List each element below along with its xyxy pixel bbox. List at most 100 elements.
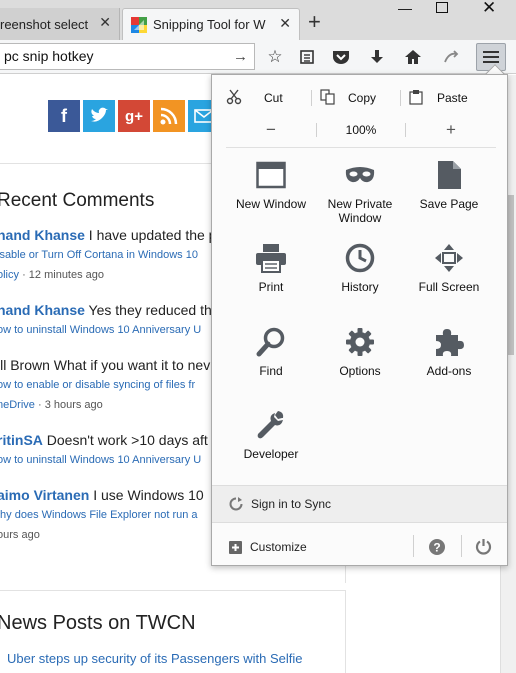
add-ons-button[interactable]: Add-ons — [404, 326, 494, 378]
home-icon[interactable] — [402, 46, 424, 68]
comment-author[interactable]: aimo Virtanen — [0, 487, 89, 503]
copy-icon — [320, 88, 336, 108]
comment-line: nand Khanse I have updated the p — [0, 227, 216, 243]
comment-line: ill Brown What if you want it to nev — [0, 357, 210, 373]
full-screen-label: Full Screen — [418, 280, 480, 294]
tab-snipping-tool[interactable]: Snipping Tool for W ✕ — [122, 8, 300, 40]
cut-button[interactable]: Cut — [226, 88, 311, 108]
comment-author[interactable]: ritinSA — [0, 432, 43, 448]
separator — [226, 147, 496, 148]
comment-post-link-cont[interactable]: olicy — [0, 269, 19, 281]
options-label: Options — [339, 364, 381, 378]
comment-post-link[interactable]: ow to uninstall Windows 10 Anniversary U — [0, 324, 201, 336]
add-ons-label: Add-ons — [426, 364, 472, 378]
comment-post-link: neDrive · 3 hours ago — [0, 399, 103, 411]
comment-post-link[interactable]: /hy does Windows File Explorer not run a — [0, 509, 198, 521]
comment-time: ours ago — [0, 529, 40, 541]
new-private-window-label: New Private Window — [327, 197, 393, 225]
maximize-button[interactable] — [436, 2, 448, 13]
social-share-bar: f g+ — [48, 100, 220, 132]
comment-line: aimo Virtanen I use Windows 10 — [0, 487, 204, 503]
options-button[interactable]: Options — [315, 326, 405, 378]
reading-list-icon[interactable] — [296, 46, 318, 68]
customize-button[interactable]: Customize — [229, 540, 307, 554]
tab-strip: reenshot select ✕ Snipping Tool for W ✕ … — [0, 0, 516, 40]
developer-button[interactable]: Developer — [226, 409, 316, 461]
new-window-icon — [255, 159, 287, 191]
new-window-button[interactable]: New Window — [226, 159, 316, 211]
download-icon[interactable] — [366, 46, 388, 68]
url-bar[interactable]: pc snip hotkey → — [0, 43, 255, 70]
new-private-window-button[interactable]: New Private Window — [315, 159, 405, 225]
comment-author[interactable]: nand Khanse — [0, 227, 85, 243]
paste-icon — [409, 89, 423, 108]
window-close-button[interactable]: ✕ — [482, 0, 496, 17]
comment-post-link[interactable]: ow to enable or disable syncing of files… — [0, 379, 195, 391]
help-icon: ? — [429, 539, 445, 555]
magnifier-icon — [255, 326, 287, 358]
quit-button[interactable] — [475, 538, 492, 555]
customize-label: Customize — [250, 540, 307, 554]
tab-title: reenshot select — [0, 16, 89, 32]
edit-controls: Cut Copy Paste — [226, 87, 496, 109]
zoom-reset-button[interactable]: 100% — [316, 123, 406, 137]
power-icon — [475, 539, 492, 555]
sign-in-to-sync-button[interactable]: Sign in to Sync — [212, 485, 507, 523]
paste-button[interactable]: Paste — [401, 88, 491, 108]
zoom-out-button[interactable]: − — [226, 120, 316, 140]
find-button[interactable]: Find — [226, 326, 316, 378]
comment-text: Doesn't work >10 days aft — [42, 432, 208, 448]
fullscreen-icon — [433, 242, 465, 274]
minimize-button[interactable]: — — [398, 0, 412, 16]
wrench-icon — [255, 409, 287, 441]
sync-activity-icon[interactable] — [440, 46, 462, 68]
tab-screenshot[interactable]: reenshot select ✕ — [0, 8, 120, 40]
nav-toolbar: pc snip hotkey → ☆ — [0, 40, 516, 74]
private-mask-icon — [344, 159, 376, 191]
sync-icon — [229, 497, 243, 511]
comment-line: nand Khanse Yes they reduced th — [0, 302, 212, 318]
comment-text: Yes they reduced th — [84, 302, 212, 318]
printer-icon — [255, 242, 287, 274]
comment-time: 12 minutes ago — [28, 269, 105, 281]
print-button[interactable]: Print — [226, 242, 316, 294]
gear-icon — [344, 326, 376, 358]
pocket-icon[interactable] — [330, 46, 352, 68]
new-window-label: New Window — [235, 197, 307, 211]
scissors-icon — [226, 89, 242, 108]
plus-square-icon — [229, 540, 242, 554]
comment-post-link-cont[interactable]: neDrive — [0, 399, 35, 411]
tab-title: Snipping Tool for W — [153, 17, 266, 32]
zoom-controls: − 100% + — [226, 119, 496, 141]
svg-text:?: ? — [433, 541, 440, 555]
copy-button[interactable]: Copy — [312, 88, 400, 108]
google-plus-icon[interactable]: g+ — [118, 100, 150, 132]
comment-author[interactable]: nand Khanse — [0, 302, 85, 318]
history-label: History — [341, 280, 379, 294]
help-button[interactable]: ? — [429, 539, 445, 555]
separator — [461, 535, 462, 557]
zoom-in-button[interactable]: + — [406, 120, 496, 140]
close-icon[interactable]: ✕ — [99, 14, 111, 31]
puzzle-icon — [433, 326, 465, 358]
find-label: Find — [259, 364, 283, 378]
save-page-icon — [433, 159, 465, 191]
star-icon[interactable]: ☆ — [264, 46, 286, 68]
save-page-button[interactable]: Save Page — [404, 159, 494, 211]
facebook-icon[interactable]: f — [48, 100, 80, 132]
new-tab-button[interactable]: + — [308, 10, 321, 34]
comment-post-link[interactable]: ow to uninstall Windows 10 Anniversary U — [0, 454, 201, 466]
twitter-icon[interactable] — [83, 100, 115, 132]
history-button[interactable]: History — [315, 242, 405, 294]
rss-icon[interactable] — [153, 100, 185, 132]
history-clock-icon — [344, 242, 376, 274]
news-heading: News Posts on TWCN — [0, 612, 196, 634]
recent-comments-heading: Recent Comments — [0, 190, 155, 211]
close-icon[interactable]: ✕ — [279, 15, 291, 32]
news-post-link[interactable]: Uber steps up security of its Passengers… — [7, 651, 303, 666]
comment-post-link[interactable]: isable or Turn Off Cortana in Windows 10 — [0, 249, 198, 261]
comment-text: I have updated the p — [84, 227, 217, 243]
full-screen-button[interactable]: Full Screen — [404, 242, 494, 294]
main-menu-panel: Cut Copy Paste − 100% + New Window New P… — [211, 74, 508, 566]
go-arrow-icon[interactable]: → — [233, 44, 248, 69]
